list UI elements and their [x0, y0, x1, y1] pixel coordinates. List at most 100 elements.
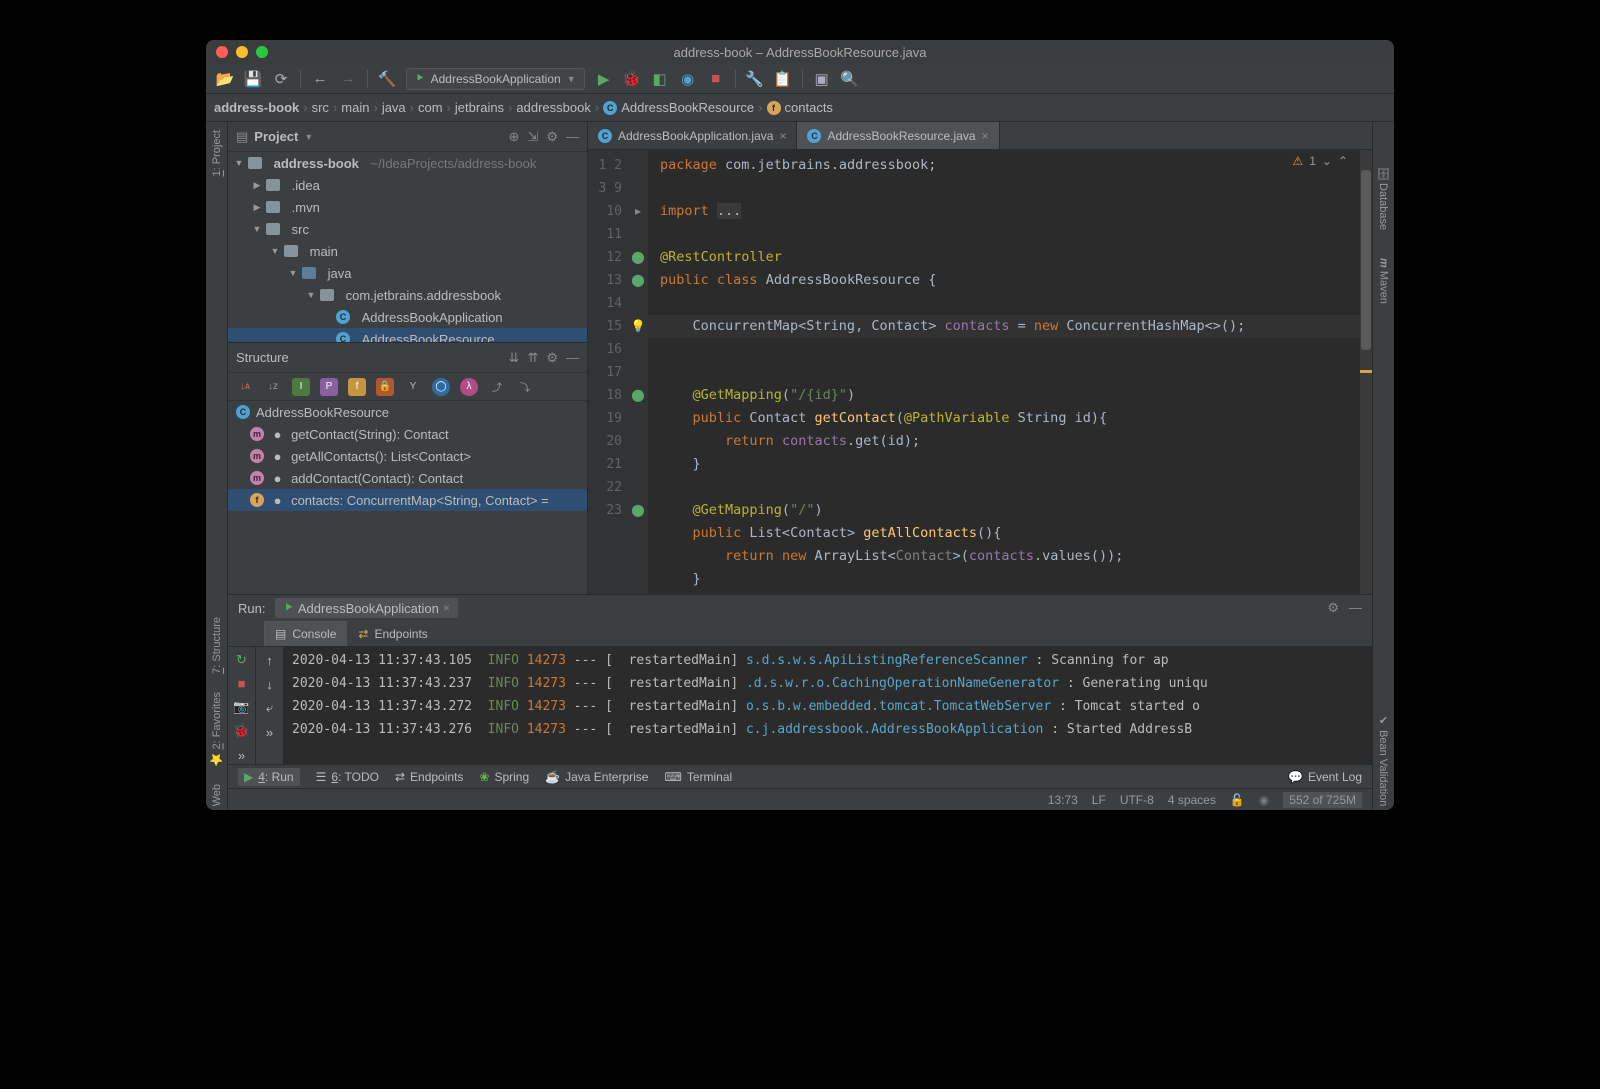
attach-icon[interactable]: 🐞 — [233, 722, 251, 740]
tool-spring[interactable]: ❀Spring — [479, 770, 529, 784]
show-properties-icon[interactable]: P — [320, 378, 338, 396]
search-icon[interactable]: 🔍 — [841, 70, 859, 88]
tree-node[interactable]: ▼ src — [228, 218, 587, 240]
wrap-icon[interactable]: ⤶ — [261, 699, 279, 717]
memory-indicator[interactable]: 552 of 725M — [1283, 792, 1362, 808]
console-tab[interactable]: ▤Console — [264, 621, 347, 646]
branch-icon[interactable]: Y — [404, 378, 422, 396]
save-icon[interactable]: 💾 — [244, 70, 262, 88]
down-icon[interactable]: ↓ — [261, 675, 279, 693]
clipboard-icon[interactable]: 📋 — [774, 70, 792, 88]
structure-field-selected[interactable]: f ● contacts: ConcurrentMap<String, Cont… — [228, 489, 587, 511]
structure-method[interactable]: m ● getContact(String): Contact — [228, 423, 587, 445]
gear-icon[interactable]: ⚙ — [546, 129, 558, 145]
camera-icon[interactable]: 📷 — [233, 699, 251, 717]
line-ending[interactable]: LF — [1092, 793, 1106, 807]
code-area[interactable]: 1 2 3 9 10 11 12 13 14 15 16 17 18 19 20… — [588, 150, 1372, 594]
forward-icon[interactable]: → — [339, 70, 357, 88]
lock-icon[interactable]: 🔓 — [1230, 793, 1245, 807]
tree-node[interactable]: ▼ main — [228, 240, 587, 262]
chevron-down-icon[interactable]: ⌄ — [1322, 154, 1332, 168]
tree-node[interactable]: ▶ .idea — [228, 174, 587, 196]
chevron-down-icon[interactable]: ▼ — [304, 132, 313, 142]
run-config-selector[interactable]: ⯈ AddressBookApplication ▼ — [406, 68, 585, 90]
tool-run[interactable]: ▶4: Run — [238, 768, 300, 786]
indent[interactable]: 4 spaces — [1168, 793, 1216, 807]
expand-icon[interactable]: ⇊ — [509, 350, 520, 366]
structure-method[interactable]: m ● getAllContacts(): List<Contact> — [228, 445, 587, 467]
tool-structure[interactable]: 7: Structure — [211, 613, 223, 678]
editor-inspections[interactable]: ⚠1 ⌄ ⌃ — [1292, 154, 1348, 168]
tool-javaee[interactable]: ☕Java Enterprise — [545, 770, 648, 784]
tool-database[interactable]: 🗄 Database — [1377, 162, 1390, 234]
tool-endpoints[interactable]: ⇄Endpoints — [395, 770, 463, 784]
back-icon[interactable]: ← — [311, 70, 329, 88]
show-inherited-icon[interactable]: I — [292, 378, 310, 396]
show-nonpublic-icon[interactable]: 🔒 — [376, 378, 394, 396]
tree-node[interactable]: ▶ .mvn — [228, 196, 587, 218]
locate-icon[interactable]: ⊕ — [509, 129, 520, 145]
profile-icon[interactable]: ◉ — [679, 70, 697, 88]
stop-icon[interactable]: ■ — [233, 675, 251, 693]
scroll-from-icon[interactable]: ⤵ — [516, 378, 534, 396]
sync-icon[interactable]: ⟳ — [272, 70, 290, 88]
tool-todo[interactable]: ☰6: TODO — [316, 770, 379, 784]
editor-scrollbar[interactable] — [1360, 150, 1372, 594]
rerun-icon[interactable]: ↻ — [233, 651, 251, 669]
gear-icon[interactable]: ⚙ — [1327, 600, 1339, 616]
breadcrumb-item[interactable]: fcontacts — [767, 100, 833, 115]
build-icon[interactable]: 🔨 — [378, 70, 396, 88]
structure-method[interactable]: m ● addContact(Contact): Contact — [228, 467, 587, 489]
inspections-icon[interactable]: ◉ — [1259, 793, 1269, 807]
sort-vis-icon[interactable]: ↓ᴢ — [264, 378, 282, 396]
lambda-icon[interactable]: λ — [460, 378, 478, 396]
structure-class[interactable]: CAddressBookResource — [228, 401, 587, 423]
run-icon[interactable]: ▶ — [595, 70, 613, 88]
encoding[interactable]: UTF-8 — [1120, 793, 1154, 807]
breadcrumb-item[interactable]: address-book — [214, 100, 299, 115]
breadcrumb-item[interactable]: com — [418, 100, 443, 115]
anon-icon[interactable]: ◯ — [432, 378, 450, 396]
endpoints-tab[interactable]: ⇄Endpoints — [347, 621, 438, 646]
console-output[interactable]: 2020-04-13 11:37:43.105 INFO 14273 --- [… — [284, 647, 1372, 764]
tool-web[interactable]: Web — [211, 780, 223, 810]
tree-node-root[interactable]: ▼ address-book ~/IdeaProjects/address-bo… — [228, 152, 587, 174]
hide-icon[interactable]: — — [566, 350, 579, 365]
cursor-position[interactable]: 13:73 — [1048, 793, 1078, 807]
tool-maven[interactable]: m Maven — [1378, 254, 1390, 308]
hide-icon[interactable]: — — [1349, 600, 1362, 616]
coverage-icon[interactable]: ◧ — [651, 70, 669, 88]
tree-node[interactable]: C AddressBookApplication — [228, 306, 587, 328]
tool-project[interactable]: 1: Project — [211, 126, 223, 180]
tool-terminal[interactable]: ⌨Terminal — [664, 770, 732, 784]
tree-node[interactable]: ▼ com.jetbrains.addressbook — [228, 284, 587, 306]
presentation-icon[interactable]: ▣ — [813, 70, 831, 88]
breadcrumb-item[interactable]: src — [312, 100, 329, 115]
debug-icon[interactable]: 🐞 — [623, 70, 641, 88]
close-icon[interactable]: × — [982, 129, 989, 143]
tool-eventlog[interactable]: 💬Event Log — [1288, 770, 1362, 784]
more-icon[interactable]: » — [233, 746, 251, 764]
open-icon[interactable]: 📂 — [216, 70, 234, 88]
breadcrumb-item[interactable]: jetbrains — [455, 100, 504, 115]
sort-alpha-icon[interactable]: ↓ᴀ — [236, 378, 254, 396]
tool-favorites[interactable]: ⭐ 2: Favorites — [210, 688, 223, 770]
up-icon[interactable]: ↑ — [261, 651, 279, 669]
wrench-icon[interactable]: 🔧 — [746, 70, 764, 88]
scroll-to-icon[interactable]: ⤴ — [488, 378, 506, 396]
collapse-icon[interactable]: ⇈ — [527, 350, 538, 366]
close-icon[interactable]: × — [779, 129, 786, 143]
tool-beanvalidation[interactable]: ✔ Bean Validation — [1377, 710, 1390, 810]
tree-node[interactable]: ▼ java — [228, 262, 587, 284]
code-content[interactable]: package com.jetbrains.addressbook; impor… — [648, 150, 1372, 594]
gear-icon[interactable]: ⚙ — [546, 350, 558, 366]
editor-tab[interactable]: C AddressBookApplication.java × — [588, 122, 797, 149]
breadcrumb-item[interactable]: main — [341, 100, 369, 115]
breadcrumb-item[interactable]: java — [382, 100, 406, 115]
hide-icon[interactable]: — — [566, 129, 579, 144]
show-fields-icon[interactable]: f — [348, 378, 366, 396]
editor-tab-active[interactable]: C AddressBookResource.java × — [797, 122, 999, 149]
chevron-up-icon[interactable]: ⌃ — [1338, 154, 1348, 168]
more-icon[interactable]: » — [261, 723, 279, 741]
run-config-tab[interactable]: ⯈ AddressBookApplication × — [275, 598, 457, 618]
